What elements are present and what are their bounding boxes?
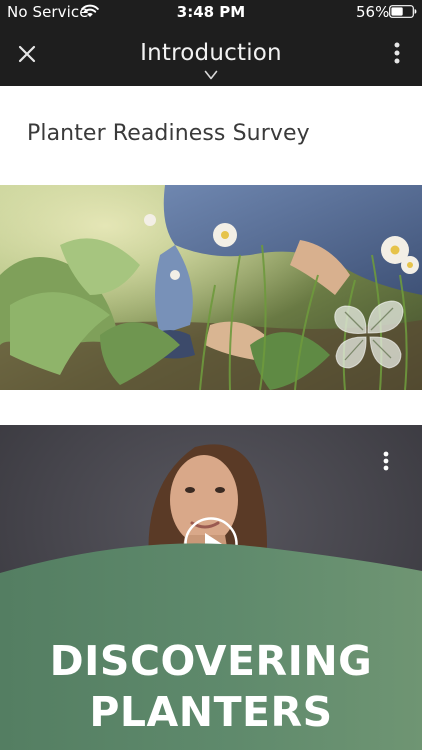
garden-hero-image bbox=[0, 185, 422, 390]
video-headline-line2: PLANTERS bbox=[89, 688, 333, 736]
status-bar: No Service 3:48 PM 56% bbox=[0, 0, 422, 24]
leaf-logo-icon bbox=[334, 300, 404, 369]
app-screen: No Service 3:48 PM 56% Introduction Plan… bbox=[0, 0, 422, 750]
more-options-button[interactable] bbox=[385, 40, 409, 66]
video-headline-line1: DISCOVERING bbox=[49, 637, 373, 685]
battery-icon bbox=[389, 5, 417, 18]
nav-bar: Introduction bbox=[0, 24, 422, 86]
more-vertical-icon bbox=[383, 451, 389, 471]
more-vertical-icon bbox=[394, 42, 400, 64]
video-player[interactable]: DISCOVERING PLANTERS bbox=[0, 425, 422, 750]
battery-percent: 56% bbox=[356, 3, 390, 21]
page-title[interactable]: Introduction bbox=[0, 40, 422, 66]
chevron-down-icon[interactable] bbox=[204, 70, 218, 80]
survey-title: Planter Readiness Survey bbox=[27, 121, 310, 146]
video-more-button[interactable] bbox=[375, 448, 397, 474]
video-headline: DISCOVERING PLANTERS bbox=[0, 636, 422, 738]
